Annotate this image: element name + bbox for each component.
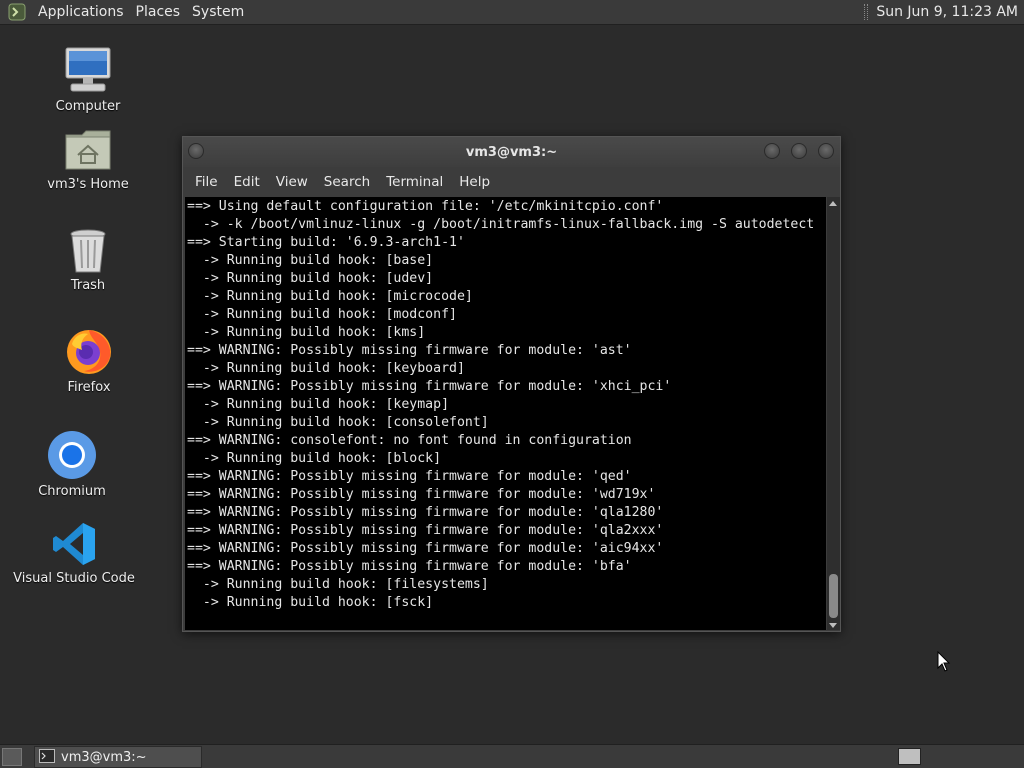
- places-menu[interactable]: Places: [130, 0, 187, 25]
- panel-separator: [864, 4, 869, 20]
- desktop-icon-vscode[interactable]: Visual Studio Code: [13, 521, 135, 586]
- desktop-icon-home[interactable]: vm3's Home: [28, 127, 148, 192]
- trash-icon: [68, 228, 108, 274]
- terminal-line: -> Running build hook: [filesystems]: [187, 577, 489, 592]
- terminal-line: ==> WARNING: Possibly missing firmware f…: [187, 487, 656, 502]
- terminal-line: ==> WARNING: Possibly missing firmware f…: [187, 379, 672, 394]
- top-panel: Applications Places System Sun Jun 9, 11…: [0, 0, 1024, 25]
- window-titlebar[interactable]: vm3@vm3:~: [183, 137, 840, 167]
- mouse-pointer-icon: [937, 650, 951, 677]
- menu-search[interactable]: Search: [316, 167, 378, 197]
- menu-file[interactable]: File: [187, 167, 226, 197]
- terminal-line: ==> WARNING: Possibly missing firmware f…: [187, 505, 664, 520]
- clock[interactable]: Sun Jun 9, 11:23 AM: [872, 0, 1024, 25]
- terminal-line: -> Running build hook: [kms]: [187, 325, 426, 340]
- terminal-line: -> Running build hook: [modconf]: [187, 307, 457, 322]
- scrollbar-thumb[interactable]: [829, 574, 838, 618]
- close-button[interactable]: [818, 143, 834, 159]
- show-desktop-button[interactable]: [2, 748, 22, 766]
- taskbar-window-button[interactable]: vm3@vm3:~: [34, 746, 202, 768]
- desktop-icon-label: Visual Studio Code: [13, 571, 135, 586]
- terminal-line: ==> WARNING: Possibly missing firmware f…: [187, 541, 664, 556]
- desktop-icon-chromium[interactable]: Chromium: [12, 430, 132, 499]
- desktop-icon-trash[interactable]: Trash: [28, 228, 148, 293]
- vscode-icon: [51, 521, 97, 567]
- minimize-button[interactable]: [764, 143, 780, 159]
- terminal-line: ==> WARNING: consolefont: no font found …: [187, 433, 632, 448]
- desktop-icon-label: Chromium: [38, 484, 106, 499]
- terminal-line: ==> WARNING: Possibly missing firmware f…: [187, 469, 632, 484]
- menu-view[interactable]: View: [268, 167, 316, 197]
- terminal-line: ==> Using default configuration file: '/…: [187, 199, 664, 214]
- terminal-line: -> Running build hook: [udev]: [187, 271, 434, 286]
- terminal-line: -> -k /boot/vmlinuz-linux -g /boot/initr…: [187, 217, 815, 232]
- desktop-icon-label: Firefox: [67, 380, 111, 395]
- window-title: vm3@vm3:~: [465, 144, 558, 160]
- window-menu-button[interactable]: [188, 143, 204, 159]
- terminal-menubar: File Edit View Search Terminal Help: [183, 167, 840, 197]
- terminal-line: ==> WARNING: Possibly missing firmware f…: [187, 559, 632, 574]
- home-folder-icon: [64, 127, 112, 173]
- menu-help[interactable]: Help: [451, 167, 498, 197]
- terminal-line: -> Running build hook: [consolefont]: [187, 415, 489, 430]
- desktop-icon-label: Trash: [70, 278, 106, 293]
- taskbar-window-label: vm3@vm3:~: [61, 749, 147, 765]
- terminal-line: ==> WARNING: Possibly missing firmware f…: [187, 523, 664, 538]
- computer-icon: [63, 45, 113, 95]
- firefox-icon: [64, 326, 114, 376]
- desktop-icon-label: vm3's Home: [47, 177, 129, 192]
- terminal-line: ==> Starting build: '6.9.3-arch1-1': [187, 235, 465, 250]
- menu-terminal[interactable]: Terminal: [378, 167, 451, 197]
- workspace-switcher[interactable]: [898, 748, 921, 765]
- terminal-line: -> Running build hook: [base]: [187, 253, 434, 268]
- desktop-icon-firefox[interactable]: Firefox: [29, 326, 149, 395]
- terminal-line: -> Running build hook: [block]: [187, 451, 442, 466]
- terminal-line: -> Running build hook: [keyboard]: [187, 361, 465, 376]
- terminal-output[interactable]: ==> Using default configuration file: '/…: [185, 197, 826, 630]
- maximize-button[interactable]: [791, 143, 807, 159]
- terminal-scrollbar[interactable]: [827, 197, 840, 630]
- terminal-line: -> Running build hook: [microcode]: [187, 289, 473, 304]
- terminal-app-icon: [39, 748, 55, 767]
- chromium-icon: [47, 430, 97, 480]
- scroll-up-icon[interactable]: [829, 201, 837, 206]
- terminal-line: -> Running build hook: [fsck]: [187, 595, 434, 610]
- scroll-down-icon[interactable]: [829, 623, 837, 628]
- distro-logo-icon[interactable]: [6, 1, 28, 23]
- applications-menu[interactable]: Applications: [32, 0, 130, 25]
- desktop-icon-computer[interactable]: Computer: [28, 45, 148, 114]
- bottom-panel: vm3@vm3:~: [0, 744, 1024, 768]
- system-menu[interactable]: System: [186, 0, 250, 25]
- desktop-icon-label: Computer: [55, 99, 121, 114]
- terminal-window[interactable]: vm3@vm3:~ File Edit View Search Terminal…: [182, 136, 841, 632]
- terminal-line: -> Running build hook: [keymap]: [187, 397, 450, 412]
- terminal-line: ==> WARNING: Possibly missing firmware f…: [187, 343, 632, 358]
- menu-edit[interactable]: Edit: [226, 167, 268, 197]
